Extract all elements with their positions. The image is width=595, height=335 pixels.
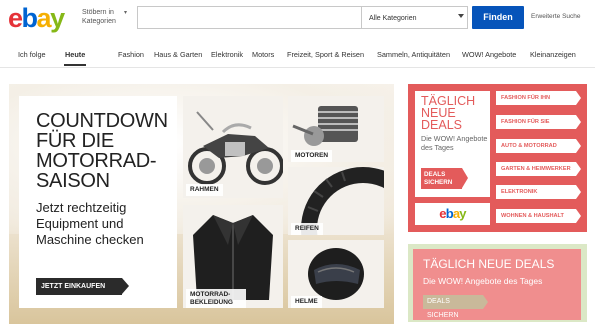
chevron-down-icon: ▾ — [124, 10, 128, 16]
tile-label-rahmen: RAHMEN — [186, 184, 223, 196]
deal-category-auto-motorrad[interactable]: AUTO & MOTORRAD — [496, 139, 576, 153]
deal-category-wohnen[interactable]: WOHNEN & HAUSHALT — [496, 209, 576, 223]
nav-item-haus-garten[interactable]: Haus & Garten — [154, 50, 202, 59]
nav-item-elektronik[interactable]: Elektronik — [211, 50, 243, 59]
arrow-right-icon — [483, 295, 488, 309]
deal-category-elektronik[interactable]: ELEKTRONIK — [496, 185, 576, 199]
deals-title: TÄGLICH NEUE DEALS — [421, 94, 476, 132]
chevron-down-icon — [458, 14, 464, 18]
arrow-right-icon — [576, 185, 581, 199]
arrow-right-icon — [462, 168, 468, 188]
arrow-right-icon — [576, 139, 581, 153]
logo-letter-a: a — [36, 3, 52, 33]
banner-subline: Jetzt rechtzeitig Equipment und Maschine… — [36, 200, 144, 247]
deal-category-fashion-sie[interactable]: FASHION FÜR SIE — [496, 115, 576, 129]
nav-divider — [0, 67, 595, 68]
deals-subtitle: Die WOW! Angebote des Tages — [421, 134, 488, 152]
tile-label-bekleidung: MOTORRAD-BEKLEIDUNG — [186, 289, 246, 308]
tile-rahmen[interactable]: RAHMEN — [183, 96, 283, 198]
nav-item-heute[interactable]: Heute — [65, 50, 85, 59]
logo-letter-e: e — [8, 3, 23, 33]
tile-label-helme: HELME — [291, 296, 322, 308]
tile-label-motoren: MOTOREN — [291, 150, 333, 162]
tile-bekleidung[interactable]: MOTORRAD-BEKLEIDUNG — [183, 205, 283, 308]
advanced-search-link[interactable]: Erweiterte Suche — [531, 13, 581, 20]
search-input[interactable] — [137, 6, 362, 29]
deal-category-fashion-ihn[interactable]: FASHION FÜR IHN — [496, 91, 576, 105]
nav-item-freizeit[interactable]: Freizeit, Sport & Reisen — [287, 50, 364, 59]
deals-button[interactable]: DEALS SICHERN — [421, 168, 462, 189]
arrow-right-icon — [576, 209, 581, 223]
nav-item-kleinanzeigen[interactable]: Kleinanzeigen — [530, 50, 576, 59]
active-tab-indicator — [64, 64, 86, 66]
secondary-deals-subtitle: Die WOW! Angebote des Tages — [423, 276, 543, 286]
nav-item-fashion[interactable]: Fashion — [118, 50, 144, 59]
arrow-right-icon — [576, 162, 581, 176]
nav-item-sammeln[interactable]: Sammeln, Antiquitäten — [377, 50, 450, 59]
shop-now-button[interactable]: JETZT EINKAUFEN — [36, 278, 122, 295]
ebay-logo-small: ebay — [415, 203, 490, 225]
tile-label-reifen: REIFEN — [291, 223, 323, 235]
secondary-deals-button[interactable]: DEALS SICHERN — [423, 295, 483, 319]
ebay-logo[interactable]: ebay — [8, 3, 65, 33]
deal-category-garten[interactable]: GARTEN & HEIMWERKER — [496, 162, 576, 176]
nav-item-wow-angebote[interactable]: WOW! Angebote — [462, 50, 516, 59]
banner-headline: COUNTDOWN FÜR DIE MOTORRAD-SAISON — [36, 110, 168, 192]
secondary-deals-title: TÄGLICH NEUE DEALS — [423, 257, 555, 271]
search-button[interactable]: Finden — [472, 6, 524, 29]
arrow-right-icon — [576, 91, 581, 105]
logo-letter-b: b — [21, 3, 39, 33]
tile-motoren[interactable]: MOTOREN — [288, 96, 384, 162]
tile-reifen[interactable]: REIFEN — [288, 167, 384, 235]
tile-helme[interactable]: HELME — [288, 240, 384, 308]
category-select[interactable]: Alle Kategorien — [362, 6, 468, 29]
motorcycle-image — [183, 96, 283, 198]
nav-item-motors[interactable]: Motors — [252, 50, 274, 59]
arrow-right-icon — [576, 115, 581, 129]
arrow-right-icon — [122, 278, 129, 294]
nav-item-ich-folge[interactable]: Ich folge — [18, 50, 46, 59]
logo-letter-y: y — [50, 3, 65, 33]
